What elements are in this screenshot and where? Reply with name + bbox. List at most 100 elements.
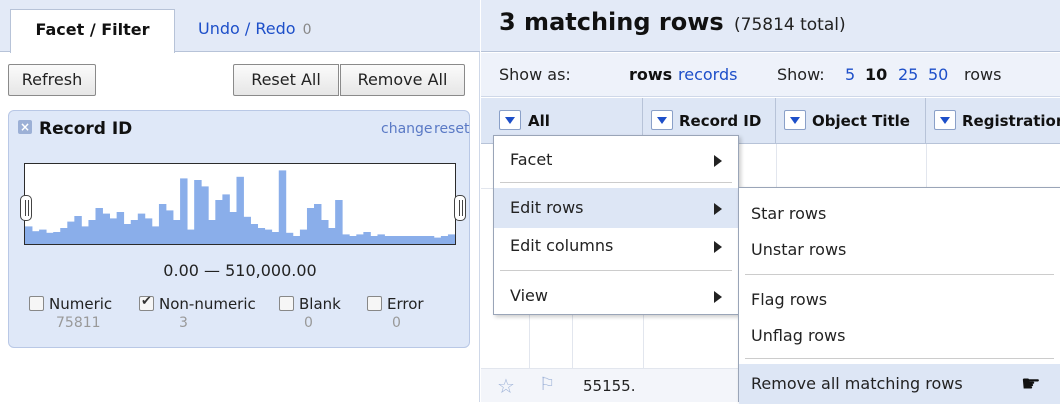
rows-suffix: rows (964, 65, 1002, 84)
histogram-bar (144, 218, 153, 244)
chevron-down-icon[interactable] (651, 110, 673, 130)
non-numeric-checkbox[interactable]: Non-numeric 3 (139, 294, 256, 331)
reset-all-button[interactable]: Reset All (233, 64, 339, 96)
histogram-bar (222, 194, 230, 244)
histogram-bar (447, 234, 455, 244)
tab-facet-filter[interactable]: Facet / Filter (10, 9, 175, 53)
histogram-bar (81, 226, 89, 244)
facet-change-link[interactable]: change (381, 121, 433, 137)
histogram-bar (158, 204, 167, 244)
histogram-bar (356, 234, 364, 244)
mode-records[interactable]: records (678, 65, 737, 84)
error-label: Error (387, 295, 424, 313)
histogram[interactable] (24, 163, 456, 245)
total-rows: (75814 total) (734, 15, 846, 35)
non-numeric-label: Non-numeric (159, 295, 256, 313)
menu-item-remove-matching-rows[interactable]: Remove all matching rows (739, 364, 1060, 404)
histogram-bar (165, 210, 174, 244)
facet-reset-link[interactable]: reset (434, 121, 469, 137)
tab-undo-redo[interactable]: Undo / Redo 0 (180, 9, 330, 53)
mode-rows[interactable]: rows (629, 65, 672, 84)
histogram-bar (370, 236, 378, 244)
record-id-cell: 55155. (583, 377, 636, 395)
histogram-bar (299, 229, 308, 244)
menu-item-edit-rows-label: Edit rows (510, 198, 584, 217)
close-icon[interactable]: × (18, 120, 32, 134)
range-handle-left[interactable] (20, 195, 32, 221)
histogram-bar (398, 236, 407, 244)
menu-item-view-label: View (510, 286, 548, 305)
column-menu: Facet Edit rows Edit columns View (493, 135, 739, 315)
histogram-bar (384, 236, 392, 244)
menu-separator (500, 182, 732, 183)
menu-item-unflag-rows[interactable]: Unflag rows (739, 316, 1060, 356)
numeric-checkbox[interactable]: Numeric 75811 (29, 295, 112, 331)
menu-item-facet[interactable]: Facet (494, 140, 738, 180)
left-panel: Facet / Filter Undo / Redo 0 Refresh Res… (0, 0, 480, 402)
numeric-count: 75811 (56, 315, 101, 331)
histogram-bar (194, 180, 202, 244)
histogram-bar (271, 232, 280, 244)
remove-all-button[interactable]: Remove All (340, 64, 465, 96)
menu-item-star-rows[interactable]: Star rows (739, 194, 1060, 234)
chevron-down-icon[interactable] (784, 110, 806, 130)
histogram-bar (102, 213, 110, 244)
error-checkbox-box[interactable] (367, 296, 382, 311)
chevron-down-icon[interactable] (934, 110, 956, 130)
column-registration-label: Registration (962, 112, 1060, 130)
histogram-bar (95, 208, 103, 244)
star-icon[interactable]: ☆ (497, 374, 515, 398)
blank-checkbox[interactable]: Blank 0 (279, 295, 341, 331)
menu-item-view[interactable]: View (494, 276, 738, 316)
histogram-bar (229, 212, 237, 244)
menu-item-unstar-rows[interactable]: Unstar rows (739, 230, 1060, 270)
histogram-bar (67, 221, 75, 244)
menu-separator (500, 270, 732, 271)
histogram-bar (419, 236, 428, 244)
blank-count: 0 (304, 315, 313, 331)
range-handle-right[interactable] (454, 195, 466, 221)
column-object-title-label: Object Title (812, 112, 910, 130)
column-object-title: Object Title (776, 98, 926, 144)
left-tabs: Facet / Filter Undo / Redo 0 (0, 0, 480, 53)
refresh-button[interactable]: Refresh (8, 64, 96, 96)
histogram-bar (328, 228, 336, 244)
histogram-bar (173, 220, 181, 244)
page-size-25[interactable]: 25 (898, 65, 918, 84)
hand-cursor-icon: ☛ (1021, 372, 1041, 397)
histogram-bar (25, 226, 33, 244)
histogram-bar (137, 213, 146, 244)
menu-item-edit-columns-label: Edit columns (510, 236, 614, 255)
menu-item-edit-columns[interactable]: Edit columns (494, 226, 738, 266)
chevron-right-icon (714, 203, 722, 215)
non-numeric-checkbox-box[interactable] (139, 294, 154, 311)
menu-separator (745, 358, 1054, 359)
column-registration: Registration (926, 98, 1060, 144)
histogram-bar (426, 236, 435, 244)
histogram-bar (391, 236, 400, 244)
menu-item-edit-rows[interactable]: Edit rows (494, 188, 738, 228)
histogram-bar (116, 212, 125, 244)
error-checkbox[interactable]: Error 0 (367, 295, 424, 331)
undo-count: 0 (302, 22, 312, 38)
page-size-50[interactable]: 50 (928, 65, 948, 84)
chevron-down-icon[interactable] (499, 110, 521, 130)
histogram-bar (123, 224, 132, 244)
histogram-bar (236, 176, 244, 244)
histogram-bar (46, 232, 54, 244)
page-size-10[interactable]: 10 (865, 65, 887, 84)
blank-checkbox-box[interactable] (279, 296, 294, 311)
show-label: Show: (777, 65, 825, 84)
numeric-checkbox-box[interactable] (29, 296, 44, 311)
histogram-bar (257, 228, 266, 244)
menu-item-flag-rows[interactable]: Flag rows (739, 280, 1060, 320)
show-as-label: Show as: (499, 65, 571, 84)
blank-label: Blank (299, 295, 341, 313)
histogram-bar (306, 208, 315, 244)
range-text: 0.00 — 510,000.00 (163, 261, 317, 280)
histogram-bar (412, 236, 421, 244)
record-id-facet: × Record ID change reset 0.00 — 510,000.… (8, 110, 470, 348)
page-size-5[interactable]: 5 (845, 65, 855, 84)
histogram-bar (151, 226, 160, 244)
flag-icon[interactable]: ⚐ (539, 374, 555, 395)
